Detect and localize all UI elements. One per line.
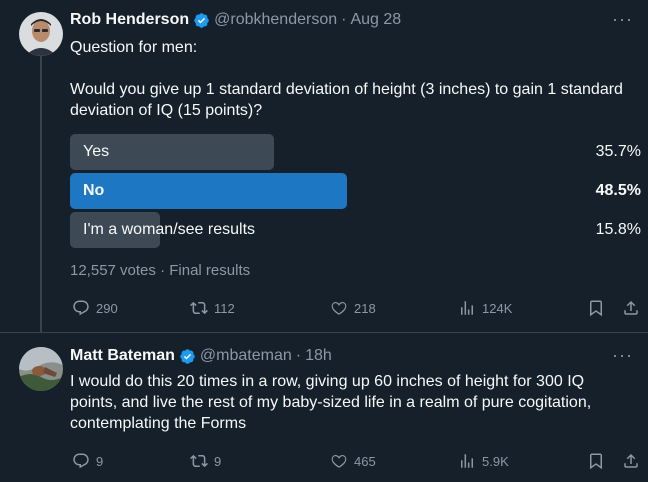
repost-icon xyxy=(190,454,208,468)
tweet-header: Matt Bateman @mbateman · 18h xyxy=(70,346,332,366)
tweet[interactable]: Rob Henderson @robkhenderson · Aug 28 ··… xyxy=(0,0,648,332)
more-icon[interactable]: ··· xyxy=(612,10,632,34)
verified-badge-icon xyxy=(179,348,196,365)
poll-option: I'm a woman/see results 15.8% xyxy=(70,212,644,248)
repost-count: 9 xyxy=(214,453,222,469)
poll-status: Final results xyxy=(169,262,251,279)
poll-bar xyxy=(70,173,347,209)
tweet[interactable]: Matt Bateman @mbateman · 18h ··· I would… xyxy=(0,332,648,482)
bookmark-icon xyxy=(590,453,602,470)
like-count: 218 xyxy=(354,300,376,316)
avatar[interactable] xyxy=(19,347,63,391)
tweet-text: Question for men: Would you give up 1 st… xyxy=(70,39,623,119)
poll-option-label: Yes xyxy=(83,143,110,160)
reply-icon xyxy=(73,300,89,316)
poll-option: No 48.5% xyxy=(70,173,644,209)
share-button[interactable] xyxy=(622,299,640,317)
like-icon xyxy=(331,454,347,468)
avatar[interactable] xyxy=(19,12,63,56)
views-icon xyxy=(461,454,473,468)
separator: · xyxy=(160,262,166,279)
reply-button[interactable]: 290 xyxy=(72,299,118,317)
like-button[interactable]: 218 xyxy=(330,299,376,317)
reply-button[interactable]: 9 xyxy=(72,452,103,470)
tweet-text: I would do this 20 times in a row, givin… xyxy=(70,373,592,432)
bookmark-icon xyxy=(590,300,602,317)
poll-option-percent: 15.8% xyxy=(595,221,641,238)
timestamp[interactable]: 18h xyxy=(305,347,332,365)
like-count: 465 xyxy=(354,453,376,469)
views-button[interactable]: 5.9K xyxy=(458,452,509,470)
repost-button[interactable]: 9 xyxy=(190,452,221,470)
action-bar: 290 112 218 124K xyxy=(70,299,642,319)
more-icon[interactable]: ··· xyxy=(612,346,632,370)
views-button[interactable]: 124K xyxy=(458,299,512,317)
poll-votes: 12,557 votes xyxy=(70,262,156,279)
reply-icon xyxy=(73,453,89,469)
separator: · xyxy=(295,347,302,364)
display-name[interactable]: Rob Henderson xyxy=(70,11,189,29)
tweet-header: Rob Henderson @robkhenderson · Aug 28 xyxy=(70,10,401,30)
verified-badge-icon xyxy=(193,12,210,29)
poll-meta: 12,557 votes · Final results xyxy=(70,262,250,279)
like-icon xyxy=(331,301,347,315)
share-icon xyxy=(624,300,638,315)
poll-option-percent: 48.5% xyxy=(595,182,641,199)
handle[interactable]: @mbateman xyxy=(200,347,292,365)
poll-option: Yes 35.7% xyxy=(70,134,644,170)
poll-option-label: No xyxy=(83,182,105,199)
repost-button[interactable]: 112 xyxy=(190,299,235,317)
share-icon xyxy=(624,453,638,468)
views-icon xyxy=(461,301,473,315)
reply-count: 290 xyxy=(96,300,118,316)
separator: · xyxy=(341,11,347,28)
reply-count: 9 xyxy=(96,453,104,469)
poll-option-label: I'm a woman/see results xyxy=(83,221,256,238)
bookmark-button[interactable] xyxy=(587,299,605,317)
share-button[interactable] xyxy=(622,452,640,470)
display-name[interactable]: Matt Bateman xyxy=(70,347,175,365)
thread-line xyxy=(40,56,42,332)
handle[interactable]: @robkhenderson xyxy=(214,11,337,29)
action-bar: 9 9 465 5.9K xyxy=(70,452,642,472)
poll-option-percent: 35.7% xyxy=(595,143,641,160)
timestamp[interactable]: Aug 28 xyxy=(350,11,401,29)
repost-count: 112 xyxy=(214,300,235,316)
like-button[interactable]: 465 xyxy=(330,452,376,470)
views-count: 5.9K xyxy=(482,453,509,469)
bookmark-button[interactable] xyxy=(587,452,605,470)
views-count: 124K xyxy=(482,300,513,316)
repost-icon xyxy=(190,301,208,315)
